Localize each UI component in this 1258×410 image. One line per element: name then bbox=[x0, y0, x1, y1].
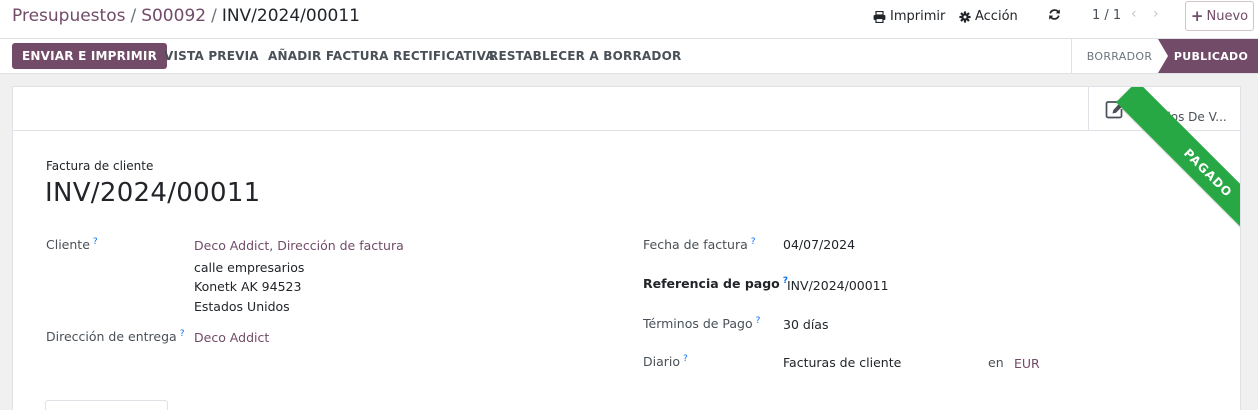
button-box: 1 Pedidos De V... bbox=[13, 87, 1240, 131]
pager-value[interactable]: 1 / 1 bbox=[1092, 8, 1121, 23]
control-panel: Presupuestos / S00092/INV/2024/00011 Impri… bbox=[0, 0, 1258, 39]
print-label: Imprimir bbox=[890, 9, 946, 24]
help-icon: ? bbox=[179, 329, 185, 339]
journal-label: Diario? bbox=[643, 354, 688, 370]
breadcrumb-separator: / bbox=[211, 6, 217, 26]
payment-terms-field[interactable]: 30 días bbox=[783, 317, 828, 332]
customer-address-line: Konetk AK 94523 bbox=[194, 279, 302, 294]
customer-label: Cliente? bbox=[46, 237, 98, 253]
help-icon: ? bbox=[683, 354, 688, 364]
customer-address-line: calle empresarios bbox=[194, 260, 305, 275]
currency-field[interactable]: EUR bbox=[1014, 356, 1040, 371]
send-print-button[interactable]: ENVIAR E IMPRIMIR bbox=[12, 43, 168, 69]
breadcrumb-separator: / bbox=[130, 6, 137, 26]
payment-terms-label: Términos de Pago? bbox=[643, 316, 761, 332]
invoice-date-field[interactable]: 04/07/2024 bbox=[783, 237, 855, 252]
action-label: Acción bbox=[975, 9, 1018, 24]
plus-icon: + bbox=[1190, 7, 1204, 25]
action-button[interactable]: Acción bbox=[959, 9, 1018, 24]
chevron-left-icon[interactable]: ‹ bbox=[1131, 6, 1137, 22]
delivery-address-field[interactable]: Deco Addict bbox=[194, 330, 269, 345]
preview-button[interactable]: VISTA PREVIA bbox=[164, 43, 259, 69]
invoice-date-label: Fecha de factura? bbox=[643, 237, 756, 253]
breadcrumb-item-current: INV/2024/00011 bbox=[221, 6, 360, 26]
stage-posted[interactable]: PUBLICADO bbox=[1158, 39, 1258, 73]
gear-icon bbox=[959, 10, 971, 23]
help-icon: ? bbox=[750, 237, 756, 247]
document-type: Factura de cliente bbox=[46, 159, 154, 173]
customer-field[interactable]: Deco Addict, Dirección de factura bbox=[194, 238, 404, 253]
notebook-tab[interactable] bbox=[45, 400, 168, 410]
breadcrumb-item-quotations[interactable]: Presupuestos bbox=[12, 6, 125, 26]
breadcrumb-item-order[interactable]: S00092 bbox=[141, 6, 206, 26]
journal-field[interactable]: Facturas de cliente bbox=[783, 355, 901, 370]
customer-address-line: Estados Unidos bbox=[194, 299, 290, 314]
print-icon bbox=[873, 10, 886, 23]
page-title: INV/2024/00011 bbox=[45, 178, 261, 208]
delivery-address-label: Dirección de entrega? bbox=[46, 329, 185, 345]
currency-prefix: en bbox=[988, 355, 1004, 370]
breadcrumb: Presupuestos / S00092/INV/2024/00011 bbox=[12, 6, 360, 26]
print-button[interactable]: Imprimir bbox=[873, 9, 945, 24]
form-sheet: 1 Pedidos De V... PAGADO Factura de clie… bbox=[12, 86, 1241, 410]
reset-to-draft-button[interactable]: RESTABLECER A BORRADOR bbox=[489, 43, 681, 69]
add-credit-note-button[interactable]: AÑADIR FACTURA RECTIFICATIVA bbox=[268, 43, 495, 69]
help-icon: ? bbox=[755, 316, 761, 326]
stage-draft[interactable]: BORRADOR bbox=[1071, 39, 1167, 73]
refresh-icon[interactable] bbox=[1048, 8, 1061, 21]
payment-reference-field[interactable]: INV/2024/00011 bbox=[787, 278, 889, 293]
chevron-right-icon[interactable]: › bbox=[1153, 6, 1159, 22]
status-bar: ENVIAR E IMPRIMIR VISTA PREVIA AÑADIR FA… bbox=[0, 39, 1258, 74]
new-button[interactable]: + Nuevo bbox=[1185, 1, 1254, 31]
new-label: Nuevo bbox=[1206, 8, 1249, 24]
help-icon: ? bbox=[92, 237, 98, 247]
payment-reference-label: Referencia de pago? bbox=[643, 276, 788, 292]
